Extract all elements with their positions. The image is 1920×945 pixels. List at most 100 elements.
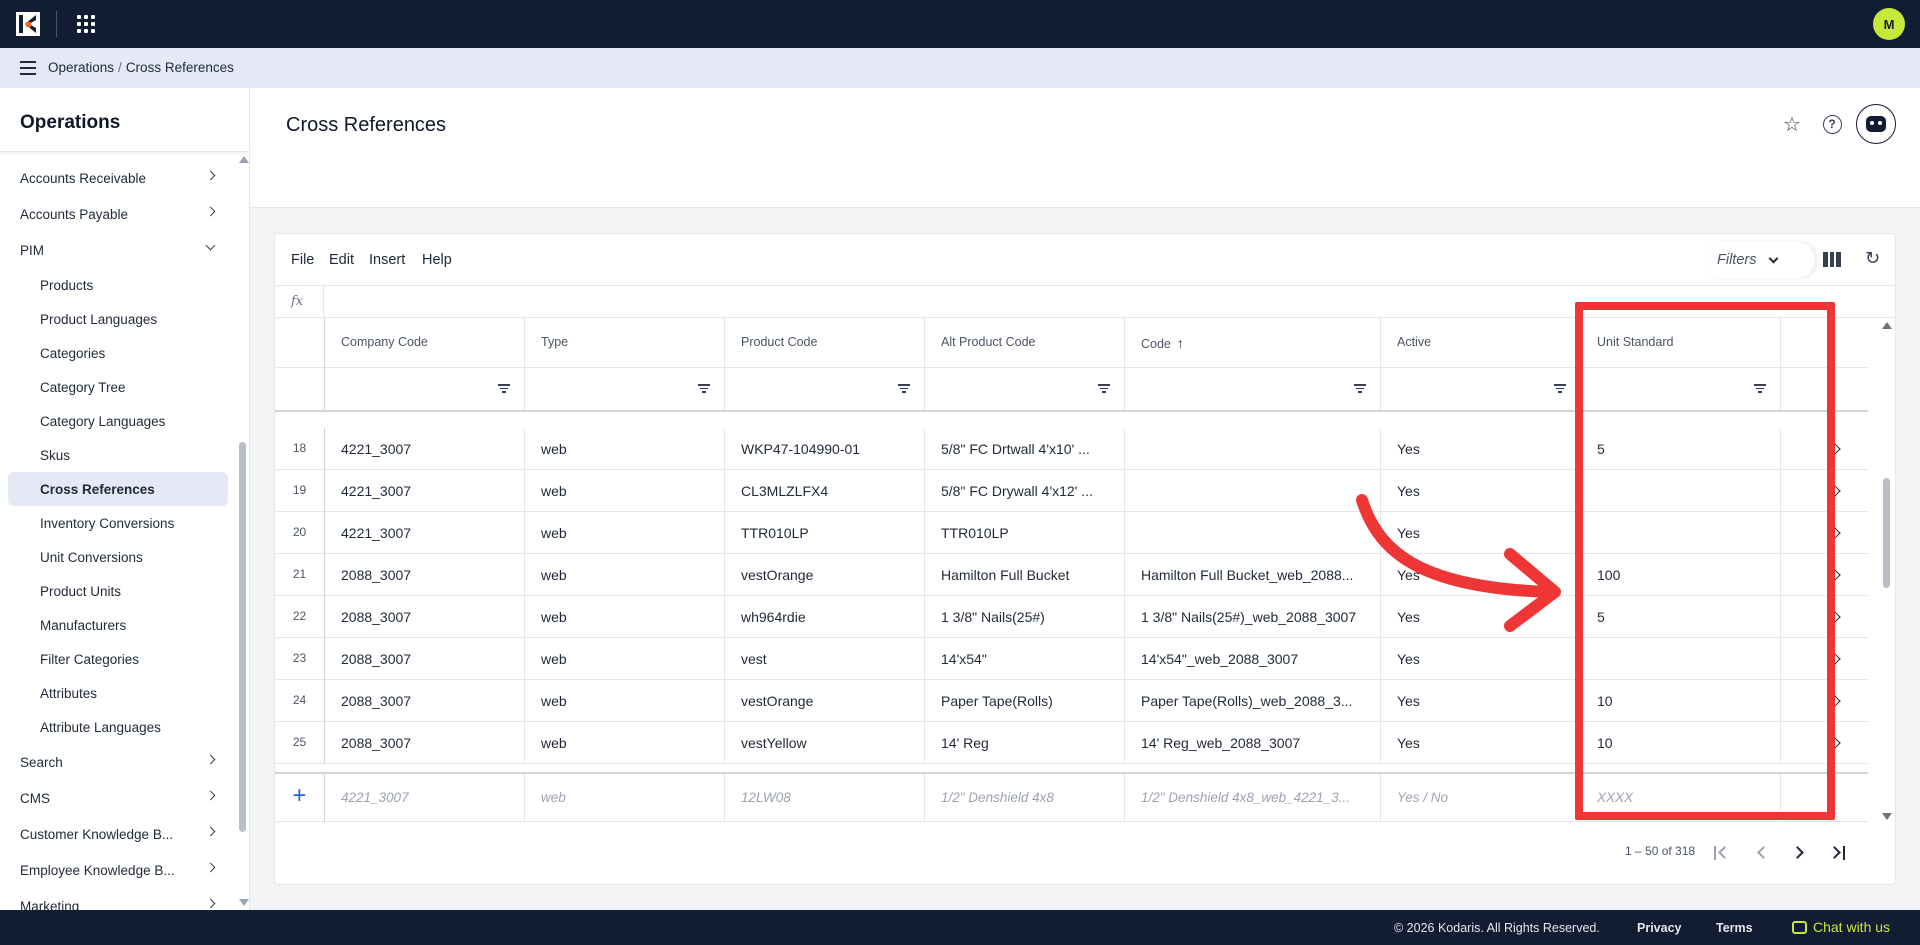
filter-icon[interactable]: [698, 384, 710, 393]
product-code-cell[interactable]: wh964rdie: [725, 596, 925, 638]
company-code-cell[interactable]: 2088_3007: [325, 554, 525, 596]
active-cell[interactable]: Yes: [1381, 722, 1581, 764]
apps-grid-icon[interactable]: [76, 14, 96, 34]
column-header-company-code[interactable]: Company Code: [325, 318, 525, 368]
sidebar-item-product-languages[interactable]: Product Languages: [8, 302, 228, 336]
assistant-bot-button[interactable]: [1856, 104, 1896, 144]
sidebar-item-products[interactable]: Products: [8, 268, 228, 302]
help-icon[interactable]: ?: [1820, 112, 1844, 136]
menu-help[interactable]: Help: [422, 252, 452, 268]
new-row[interactable]: + 4221_3007 web 12LW08 1/2" Denshield 4x…: [275, 772, 1868, 822]
menu-icon[interactable]: [20, 61, 36, 75]
scroll-up-icon[interactable]: [239, 156, 249, 163]
refresh-icon[interactable]: ↻: [1863, 248, 1882, 268]
table-row[interactable]: 25 2088_3007 web vestYellow 14' Reg 14' Reg_w…: [275, 722, 1868, 764]
chevron-right-icon[interactable]: [1829, 737, 1841, 749]
sidebar-item-employee-knowledge-base[interactable]: Employee Knowledge B...: [0, 852, 236, 888]
new-code-cell[interactable]: 1/2" Denshield 4x8_web_4221_3...: [1125, 774, 1381, 822]
new-product-code-cell[interactable]: 12LW08: [725, 774, 925, 822]
sidebar-scrollbar[interactable]: [236, 152, 249, 910]
table-row[interactable]: 22 2088_3007 web wh964rdie 1 3/8" Nails(25#)…: [275, 596, 1868, 638]
active-cell[interactable]: Yes: [1381, 680, 1581, 722]
column-header-product-code[interactable]: Product Code: [725, 318, 925, 368]
sidebar-item-manufacturers[interactable]: Manufacturers: [8, 608, 228, 642]
sidebar-item-unit-conversions[interactable]: Unit Conversions: [8, 540, 228, 574]
filter-alt-product-code[interactable]: [925, 368, 1125, 410]
sidebar-item-cross-references[interactable]: Cross References: [8, 472, 228, 506]
unit-standard-cell[interactable]: 5: [1581, 428, 1781, 470]
code-cell[interactable]: [1125, 470, 1381, 512]
sidebar-item-cms[interactable]: CMS: [0, 780, 236, 816]
kodaris-logo[interactable]: [16, 12, 40, 36]
alt-product-code-cell[interactable]: TTR010LP: [925, 512, 1125, 554]
sidebar-item-accounts-receivable[interactable]: Accounts Receivable: [0, 160, 236, 196]
row-open-cell[interactable]: [1781, 596, 1868, 638]
filter-unit-standard[interactable]: [1581, 368, 1781, 410]
alt-product-code-cell[interactable]: 14' Reg: [925, 722, 1125, 764]
chevron-right-icon[interactable]: [1829, 695, 1841, 707]
alt-product-code-cell[interactable]: 5/8" FC Drywall 4'x12' ...: [925, 470, 1125, 512]
code-cell[interactable]: 14' Reg_web_2088_3007: [1125, 722, 1381, 764]
company-code-cell[interactable]: 2088_3007: [325, 638, 525, 680]
row-open-cell[interactable]: [1781, 722, 1868, 764]
code-cell[interactable]: [1125, 428, 1381, 470]
type-cell[interactable]: web: [525, 680, 725, 722]
alt-product-code-cell[interactable]: 1 3/8" Nails(25#): [925, 596, 1125, 638]
chevron-right-icon[interactable]: [1829, 485, 1841, 497]
type-cell[interactable]: web: [525, 596, 725, 638]
sidebar-item-accounts-payable[interactable]: Accounts Payable: [0, 196, 236, 232]
sidebar-item-customer-knowledge-base[interactable]: Customer Knowledge B...: [0, 816, 236, 852]
product-code-cell[interactable]: CL3MLZLFX4: [725, 470, 925, 512]
code-cell[interactable]: 14'x54"_web_2088_3007: [1125, 638, 1381, 680]
filter-product-code[interactable]: [725, 368, 925, 410]
table-row[interactable]: 18 4221_3007 web WKP47-104990-01 5/8" FC Drt…: [275, 428, 1868, 470]
chevron-right-icon[interactable]: [1829, 653, 1841, 665]
column-header-type[interactable]: Type: [525, 318, 725, 368]
alt-product-code-cell[interactable]: Paper Tape(Rolls): [925, 680, 1125, 722]
product-code-cell[interactable]: vestOrange: [725, 554, 925, 596]
table-row[interactable]: 20 4221_3007 web TTR010LP TTR010LP Yes: [275, 512, 1868, 554]
alt-product-code-cell[interactable]: Hamilton Full Bucket: [925, 554, 1125, 596]
active-cell[interactable]: Yes: [1381, 596, 1581, 638]
active-cell[interactable]: Yes: [1381, 470, 1581, 512]
company-code-cell[interactable]: 2088_3007: [325, 722, 525, 764]
chevron-right-icon[interactable]: [1829, 611, 1841, 623]
company-code-cell[interactable]: 2088_3007: [325, 596, 525, 638]
sidebar-item-search[interactable]: Search: [0, 744, 236, 780]
plus-icon[interactable]: +: [287, 784, 311, 808]
chevron-right-icon[interactable]: [1829, 527, 1841, 539]
columns-icon[interactable]: [1823, 252, 1842, 267]
new-company-code-cell[interactable]: 4221_3007: [325, 774, 525, 822]
user-avatar[interactable]: M: [1873, 8, 1905, 40]
product-code-cell[interactable]: vestYellow: [725, 722, 925, 764]
filter-icon[interactable]: [1354, 384, 1366, 393]
new-alt-product-code-cell[interactable]: 1/2" Denshield 4x8: [925, 774, 1125, 822]
sort-ascending-icon[interactable]: ↑: [1177, 335, 1184, 351]
type-cell[interactable]: web: [525, 554, 725, 596]
footer-privacy-link[interactable]: Privacy: [1637, 921, 1681, 935]
code-cell[interactable]: Hamilton Full Bucket_web_2088...: [1125, 554, 1381, 596]
sidebar-item-category-tree[interactable]: Category Tree: [8, 370, 228, 404]
table-row[interactable]: 24 2088_3007 web vestOrange Paper Tape(Rolls…: [275, 680, 1868, 722]
alt-product-code-cell[interactable]: 5/8" FC Drtwall 4'x10' ...: [925, 428, 1125, 470]
last-page-icon[interactable]: [1827, 842, 1849, 864]
filter-code[interactable]: [1125, 368, 1381, 410]
row-open-cell[interactable]: [1781, 680, 1868, 722]
type-cell[interactable]: web: [525, 428, 725, 470]
new-unit-standard-cell[interactable]: XXXX: [1581, 774, 1781, 822]
product-code-cell[interactable]: vestOrange: [725, 680, 925, 722]
sidebar-item-product-units[interactable]: Product Units: [8, 574, 228, 608]
grid-scroll-thumb[interactable]: [1883, 478, 1890, 588]
scroll-up-icon[interactable]: [1882, 322, 1892, 329]
company-code-cell[interactable]: 4221_3007: [325, 512, 525, 554]
row-open-cell[interactable]: [1781, 512, 1868, 554]
unit-standard-cell[interactable]: [1581, 470, 1781, 512]
active-cell[interactable]: Yes: [1381, 428, 1581, 470]
new-type-cell[interactable]: web: [525, 774, 725, 822]
type-cell[interactable]: web: [525, 470, 725, 512]
menu-file[interactable]: File: [291, 252, 314, 268]
breadcrumb-operations[interactable]: Operations: [48, 60, 114, 75]
grid-scrollbar[interactable]: [1881, 318, 1893, 822]
code-cell[interactable]: 1 3/8" Nails(25#)_web_2088_3007: [1125, 596, 1381, 638]
unit-standard-cell[interactable]: [1581, 638, 1781, 680]
